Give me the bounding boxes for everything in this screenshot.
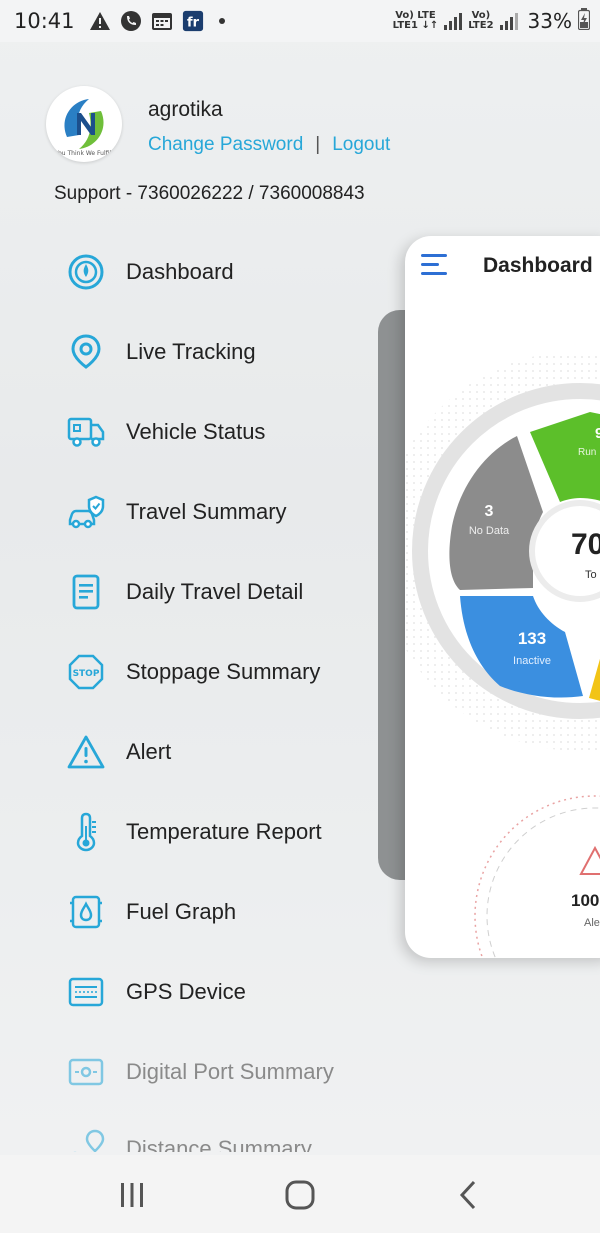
alert-count: 100 — [571, 891, 599, 910]
recent-apps-icon — [121, 1183, 143, 1207]
running-label: Run — [578, 447, 596, 458]
menu-label-travel-summary: Travel Summary — [126, 499, 287, 524]
menu-item-distance-summary[interactable]: Distance Summary — [64, 1112, 384, 1152]
document-icon — [64, 570, 108, 614]
phone-notification-icon — [120, 10, 142, 32]
truck-icon — [64, 410, 108, 454]
gps-device-icon — [64, 970, 108, 1014]
menu-label-digital-port-summary: Digital Port Summary — [126, 1059, 334, 1084]
total-count: 70 — [571, 528, 600, 561]
calendar-notification-icon — [151, 10, 173, 32]
nodata-count: 3 — [485, 503, 494, 520]
more-notifications-dot — [218, 18, 225, 24]
menu-item-fuel-graph[interactable]: Fuel Graph — [64, 872, 384, 952]
status-bar: 10:41 fr Vo) LTE LTE1 ↓↑ Vo) LTE2 33% — [0, 0, 600, 42]
lte2-indicator: Vo) LTE2 — [468, 10, 494, 31]
menu-item-travel-summary[interactable]: Travel Summary — [64, 472, 384, 552]
app-notification-icon: fr — [182, 10, 204, 32]
notification-icons: fr — [89, 10, 225, 32]
battery-level: 33% — [527, 9, 572, 33]
inactive-label: Inactive — [513, 655, 551, 667]
menu-label-vehicle-status: Vehicle Status — [126, 419, 266, 444]
svg-text:STOP: STOP — [73, 669, 100, 679]
fuel-icon — [64, 890, 108, 934]
total-label: To — [585, 569, 597, 581]
digital-port-icon — [64, 1050, 108, 1094]
status-time: 10:41 — [14, 9, 75, 33]
dashboard-icon — [64, 250, 108, 294]
signal1-icon — [444, 12, 463, 30]
warning-icon — [64, 730, 108, 774]
running-count: 9 — [595, 425, 600, 442]
home-icon — [285, 1180, 315, 1210]
menu-label-temperature-report: Temperature Report — [126, 819, 322, 844]
back-button[interactable] — [448, 1175, 488, 1215]
logout-link[interactable]: Logout — [332, 134, 390, 156]
system-navigation-bar — [0, 1155, 600, 1233]
link-separator: | — [315, 134, 321, 155]
menu-item-vehicle-status[interactable]: Vehicle Status — [64, 392, 384, 472]
menu-label-alert: Alert — [126, 739, 172, 764]
stop-sign-icon: STOP — [64, 650, 108, 694]
system-indicators: Vo) LTE LTE1 ↓↑ Vo) LTE2 33% — [392, 0, 591, 42]
menu-label-stoppage-summary: Stoppage Summary — [126, 659, 321, 684]
menu-label-daily-travel-detail: Daily Travel Detail — [126, 579, 304, 604]
account-links: Change Password | Logout — [148, 134, 390, 156]
username: agrotika — [148, 98, 223, 121]
warning-notification-icon — [89, 10, 111, 32]
home-button[interactable] — [280, 1175, 320, 1215]
signal2-icon — [499, 12, 518, 30]
change-password-link[interactable]: Change Password — [148, 134, 303, 156]
alert-label: Ale — [584, 917, 600, 929]
nodata-label: No Data — [469, 525, 510, 537]
car-shield-icon — [64, 490, 108, 534]
menu-item-gps-device[interactable]: GPS Device — [64, 952, 384, 1032]
lte1-indicator: Vo) LTE LTE1 ↓↑ — [392, 10, 439, 31]
location-pin-icon — [64, 330, 108, 374]
menu-label-distance-summary: Distance Summary — [126, 1136, 312, 1152]
company-logo-avatar: You Think We Fulfill — [46, 86, 122, 162]
battery-charging-icon — [577, 8, 591, 34]
company-logo-icon: You Think We Fulfill — [54, 99, 113, 157]
menu-item-daily-travel-detail[interactable]: Daily Travel Detail — [64, 552, 384, 632]
menu-item-temperature-report[interactable]: Temperature Report — [64, 792, 384, 872]
menu-label-live-tracking: Live Tracking — [126, 339, 256, 364]
menu-item-digital-port-summary[interactable]: Digital Port Summary — [64, 1032, 384, 1112]
alert-warning-icon — [579, 845, 600, 875]
support-contact: Support - 7360026222 / 7360008843 — [54, 183, 365, 204]
menu-label-gps-device: GPS Device — [126, 979, 246, 1004]
svg-text:fr: fr — [187, 16, 200, 31]
alert-ring-outer — [474, 795, 600, 958]
menu-item-alert[interactable]: Alert — [64, 712, 384, 792]
vehicle-gauge-chart: 9 Run 3 No Data 70 To 133 Inactive 100 A… — [405, 351, 600, 958]
recent-apps-button[interactable] — [112, 1175, 152, 1215]
menu-item-dashboard[interactable]: Dashboard — [64, 232, 384, 312]
menu-item-live-tracking[interactable]: Live Tracking — [64, 312, 384, 392]
menu-label-fuel-graph: Fuel Graph — [126, 899, 237, 924]
menu-item-stoppage-summary[interactable]: STOP Stoppage Summary — [64, 632, 384, 712]
inactive-count: 133 — [518, 629, 546, 648]
navigation-menu: Dashboard Live Tracking Vehicle Status T… — [64, 232, 384, 1152]
back-icon — [459, 1180, 476, 1210]
distance-icon — [64, 1124, 108, 1152]
dashboard-preview[interactable]: Dashboard 9 Run 3 No Data 70 To 133 Inac… — [405, 236, 600, 958]
alert-ring-inner — [486, 807, 600, 958]
thermometer-icon — [64, 810, 108, 854]
svg-text:You Think We Fulfill: You Think We Fulfill — [54, 150, 113, 157]
menu-label-dashboard: Dashboard — [126, 259, 234, 284]
